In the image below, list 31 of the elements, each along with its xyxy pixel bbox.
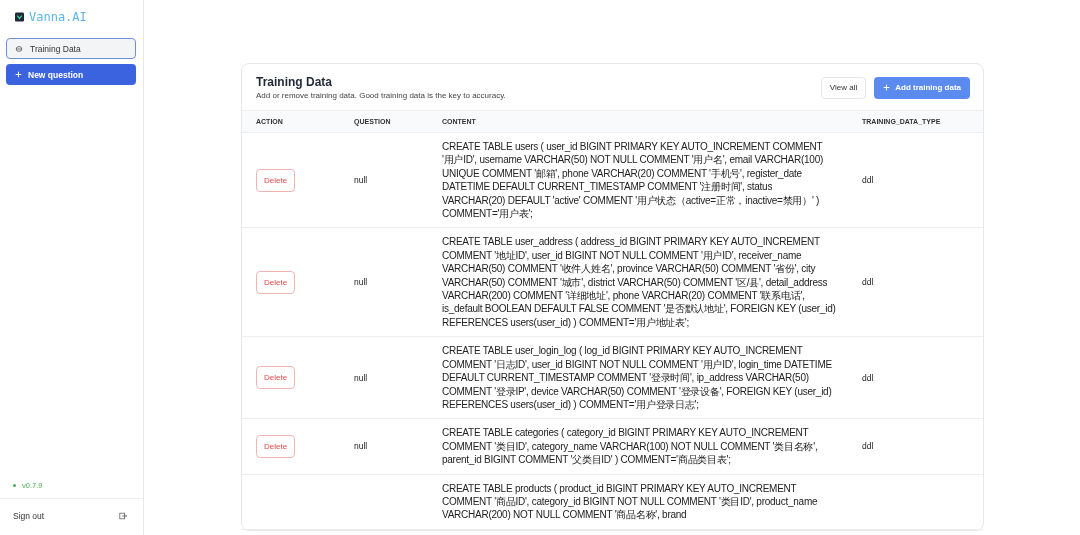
table-cell: ddl	[862, 175, 874, 186]
add-training-data-button[interactable]: Add training data	[874, 76, 970, 99]
table-cell-text: CREATE TABLE products ( product_id BIGINT PRIMARY KEY AUTO_INCREMENT COMMENT '商品ID', category_id BIGINT NOT NULL COMMENT '类目ID', product_name VARCHAR(200) NOT NULL COMMENT '商品名称', brand	[442, 481, 819, 522]
logo-icon	[15, 12, 24, 22]
table-cell: ddl	[862, 372, 874, 383]
app-logo: Vanna.AI	[29, 10, 87, 24]
delete-button[interactable]: Delete	[256, 270, 296, 294]
table-cell: null	[354, 441, 368, 452]
table-cell-text: CREATE TABLE users ( user_id BIGINT PRIMARY KEY AUTO_INCREMENT COMMENT '用户ID', username VARCHAR(50) NOT NULL COMMENT '用户名', email VARCHAR(100) UNIQUE COMMENT '邮箱', phone VARCHAR(20) COMMENT '手机号', register_date DATETIME DEFAULT CURRENT_TIMESTAMP COMMENT '注册时间', status VARCHAR(20) DEFAULT 'active' COMMENT '用户状态（active=正常，inactive=禁用）' ) COMMENT='用户表';	[442, 140, 825, 221]
new-question-button[interactable]: New question	[6, 64, 136, 85]
sidebar-item[interactable]: Training Data	[6, 38, 136, 59]
table-cell: ddl	[862, 277, 874, 288]
card-subtitle: Add or remove training data. Good training data is the key to accuracy.	[256, 91, 506, 100]
delete-button[interactable]: Delete	[256, 366, 296, 390]
table-cell: null	[354, 372, 368, 383]
view-all-button[interactable]: View all	[820, 76, 867, 99]
table-cell-text: CREATE TABLE categories ( category_id BIGINT PRIMARY KEY AUTO_INCREMENT COMMENT '类目ID', category_name VARCHAR(100) NOT NULL COMMENT '类目名称', parent_id BIGINT COMMENT '父类目ID' ) COMMENT='商品类目表';	[442, 426, 819, 467]
table-cell: null	[354, 175, 368, 186]
card-title: Training Data	[256, 75, 333, 89]
table-cell: null	[354, 277, 368, 288]
sign-out-icon[interactable]	[119, 512, 127, 520]
delete-button[interactable]: Delete	[256, 168, 296, 192]
plus-icon	[15, 71, 22, 78]
plus-icon	[883, 84, 891, 91]
status-dot	[13, 484, 16, 487]
table-cell-text: CREATE TABLE user_login_log ( log_id BIGINT PRIMARY KEY AUTO_INCREMENT COMMENT '日志ID', user_id BIGINT NOT NULL COMMENT '用户ID', login_time DATETIME DEFAULT CURRENT_TIMESTAMP COMMENT '登录时间', ip_address VARCHAR(50) COMMENT '登录IP', device VARCHAR(50) COMMENT '登录设备', FOREIGN KEY (user_id) REFERENCES users(user_id) ) COMMENT='用户登录日志';	[442, 344, 833, 412]
delete-button[interactable]: Delete	[256, 434, 296, 458]
table-cell: CREATE TABLE user_address ( address_id BIGINT PRIMARY KEY AUTO_INCREMENT COMMENT '地址ID', user_id BIGINT NOT NULL COMMENT '用户ID', receiver_name VARCHAR(50) COMMENT '收件人姓名', province VARCHAR(50) COMMENT '省份', city VARCHAR(50) COMMENT '城市', district VARCHAR(50) COMMENT '区/县', detail_address VARCHAR(200) COMMENT '详细地址', phone VARCHAR(20) COMMENT '联系电话', is_default BOOLEAN DEFAULT FALSE COMMENT '是否默认地址', FOREIGN KEY (user_id) REFERENCES users(user_id) ) COMMENT='用户地址表';	[442, 235, 836, 330]
database-icon	[15, 44, 23, 53]
table-cell: ddl	[862, 441, 874, 452]
sign-out-link[interactable]: Sign out	[13, 511, 45, 521]
